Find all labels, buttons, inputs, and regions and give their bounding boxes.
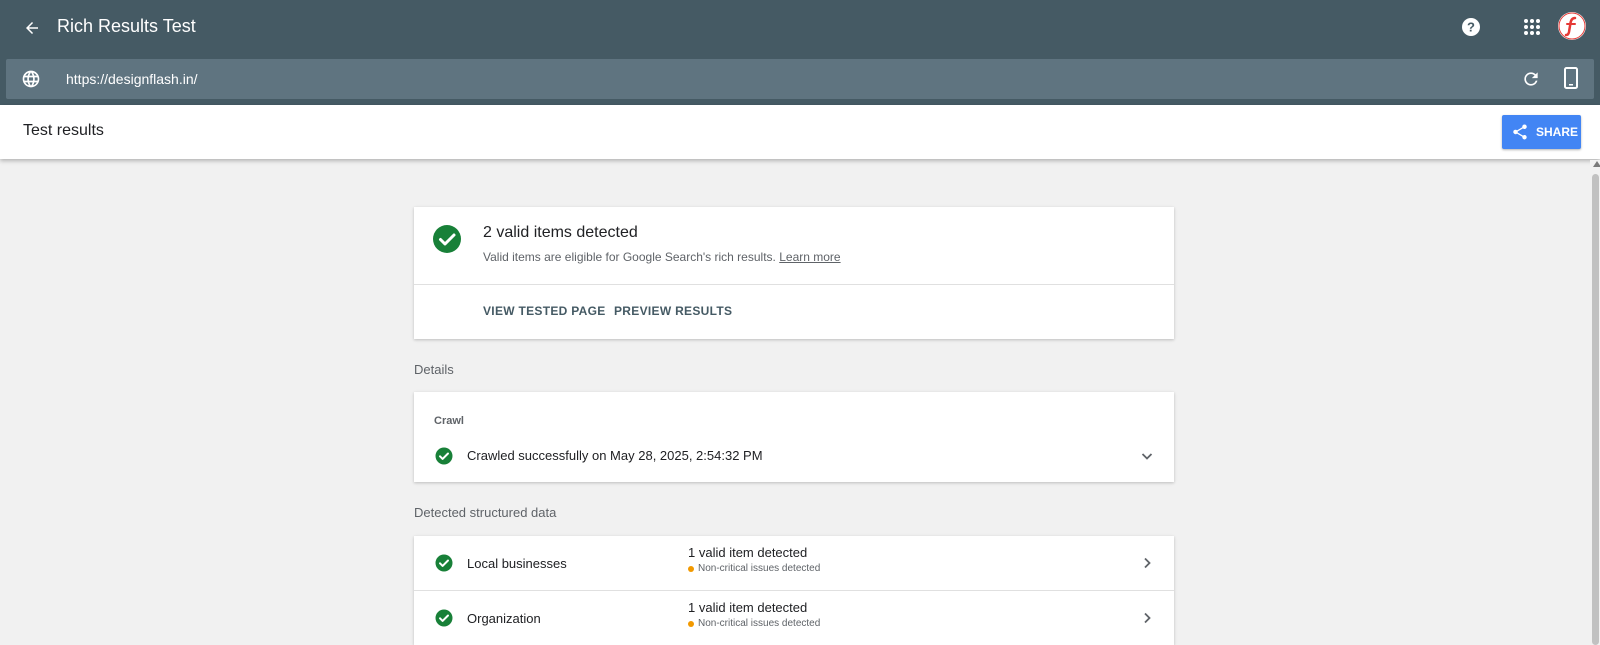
view-tested-page-button[interactable]: VIEW TESTED PAGE [483, 304, 606, 318]
divider [414, 284, 1174, 285]
top-bar: Rich Results Test ? [0, 0, 1600, 56]
check-circle-icon [435, 447, 453, 465]
list-item[interactable]: Local businesses 1 valid item detected N… [414, 536, 1174, 591]
url-bar [6, 59, 1594, 99]
share-button[interactable]: SHARE [1502, 115, 1581, 149]
summary-title: 2 valid items detected [483, 224, 638, 241]
apps-grid-icon[interactable] [1520, 15, 1544, 39]
summary-subtitle: Valid items are eligible for Google Sear… [483, 250, 841, 264]
chevron-down-icon[interactable] [1139, 448, 1155, 464]
details-label: Details [414, 362, 454, 377]
app-title: Rich Results Test [57, 16, 196, 36]
crawl-card[interactable]: Crawl Crawled successfully on May 28, 20… [414, 392, 1174, 482]
globe-icon [21, 69, 41, 89]
warning-dot [688, 620, 694, 627]
scroll-up-arrow[interactable] [1593, 161, 1600, 167]
svg-text:?: ? [1467, 20, 1475, 35]
item-issues: Non-critical issues detected [688, 618, 820, 629]
check-circle-icon [435, 609, 453, 627]
learn-more-link[interactable]: Learn more [779, 250, 840, 264]
reload-icon[interactable] [1521, 69, 1541, 89]
share-icon [1513, 124, 1527, 140]
check-circle-icon [433, 225, 461, 253]
structured-data-card: Local businesses 1 valid item detected N… [414, 536, 1174, 645]
url-input[interactable] [66, 59, 1466, 99]
preview-results-button[interactable]: PREVIEW RESULTS [614, 304, 732, 318]
item-valid-count: 1 valid item detected [688, 600, 808, 615]
check-circle-icon [435, 554, 453, 572]
item-issues: Non-critical issues detected [688, 563, 820, 574]
crawl-label: Crawl [434, 415, 464, 427]
item-name: Local businesses [467, 556, 567, 571]
chevron-right-icon [1144, 612, 1151, 624]
list-item[interactable]: Organization 1 valid item detected Non-c… [414, 591, 1174, 645]
avatar[interactable] [1558, 12, 1586, 40]
chevron-right-icon [1144, 557, 1151, 569]
summary-subtitle-text: Valid items are eligible for Google Sear… [483, 250, 776, 264]
results-header: Test results SHARE [0, 105, 1600, 159]
page-title: Test results [23, 122, 104, 139]
scrollbar-thumb[interactable] [1592, 174, 1599, 645]
item-name: Organization [467, 611, 541, 626]
item-valid-count: 1 valid item detected [688, 545, 808, 560]
app-bar: Rich Results Test ? [0, 0, 1600, 105]
item-issues-text: Non-critical issues detected [698, 563, 821, 574]
structured-data-label: Detected structured data [414, 505, 557, 520]
smartphone-icon[interactable] [1561, 67, 1581, 89]
share-label: SHARE [1536, 125, 1579, 139]
warning-dot [688, 565, 694, 572]
help-icon[interactable]: ? [1459, 15, 1483, 39]
back-arrow-icon[interactable] [18, 14, 46, 42]
summary-card: 2 valid items detected Valid items are e… [414, 207, 1174, 339]
crawl-status: Crawled successfully on May 28, 2025, 2:… [467, 448, 763, 463]
item-issues-text: Non-critical issues detected [698, 618, 821, 629]
